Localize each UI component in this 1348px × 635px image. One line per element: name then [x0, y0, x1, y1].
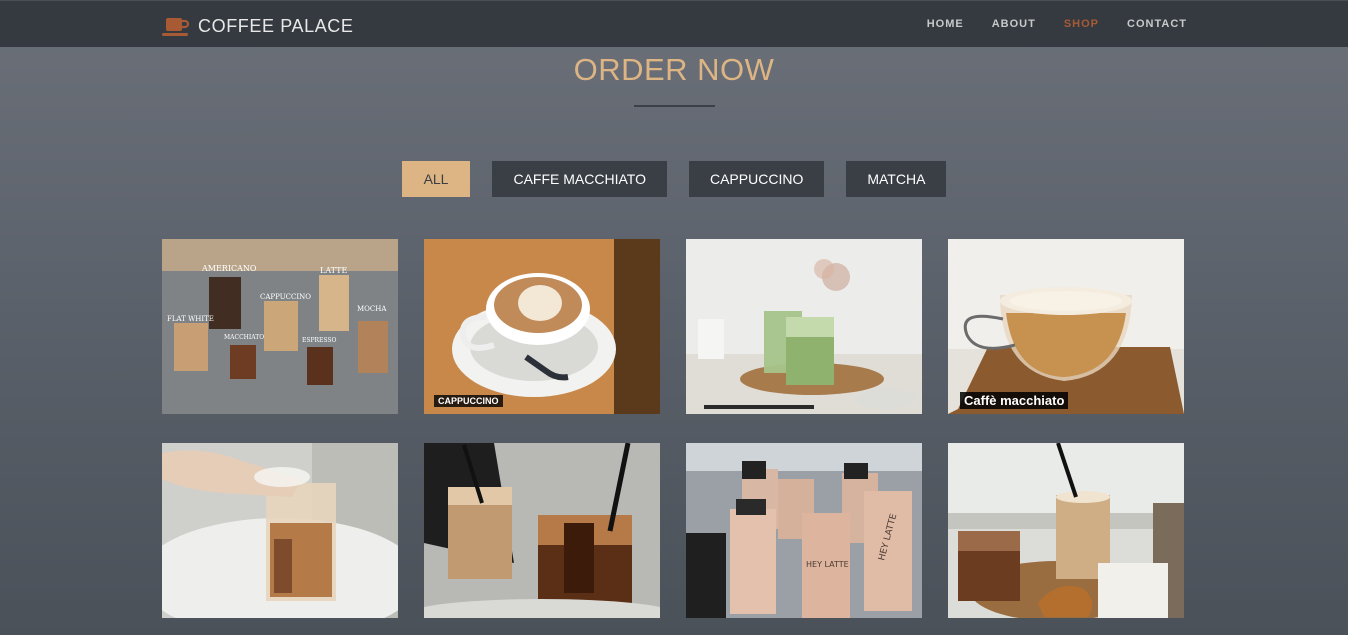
coffee-types-image: AMERICANO LATTE FLAT WHITE CAPPUCCINO MO… [162, 239, 398, 414]
cappuccino-image [424, 239, 660, 414]
gallery-item-matcha[interactable] [686, 239, 922, 414]
gallery-item-caffe-macchiato[interactable]: Caffè macchiato [948, 239, 1184, 414]
label-mocha: MOCHA [357, 305, 387, 313]
filter-bar: ALL CAFFE MACCHIATO CAPPUCCINO MATCHA [0, 161, 1348, 197]
gallery-item-coffee-types[interactable]: AMERICANO LATTE FLAT WHITE CAPPUCCINO MO… [162, 239, 398, 414]
nav-links: HOME ABOUT SHOP CONTACT [899, 18, 1187, 30]
filter-cappuccino-button[interactable]: CAPPUCCINO [688, 161, 825, 197]
label-latte: LATTE [320, 266, 347, 275]
matcha-image [686, 239, 922, 414]
section-title: ORDER NOW [573, 52, 775, 87]
iced-coffees-image [424, 443, 660, 618]
nav-home-link[interactable]: HOME [927, 18, 964, 30]
caffe-macchiato-caption: Caffè macchiato [960, 392, 1069, 409]
filter-caffe-macchiato-button[interactable]: CAFFE MACCHIATO [492, 161, 667, 197]
navbar: COFFEE PALACE HOME ABOUT SHOP CONTACT [0, 0, 1348, 47]
brand[interactable]: COFFEE PALACE [161, 12, 354, 40]
label-flat-white: FLAT WHITE [167, 315, 214, 323]
label-espresso: ESPRESSO [302, 337, 337, 344]
filter-all-button[interactable]: ALL [401, 161, 471, 197]
coffee-cup-icon [161, 12, 191, 40]
coffee-croissant-image [948, 443, 1184, 618]
gallery-item-coffee-croissant[interactable] [948, 443, 1184, 618]
label-macchiato: MACCHIATO [224, 334, 264, 341]
gallery-item-iced-latte[interactable] [162, 443, 398, 618]
caffe-macchiato-image [948, 239, 1184, 414]
gallery-item-cappuccino[interactable]: CAPPUCCINO [424, 239, 660, 414]
gallery-item-bottled-latte[interactable]: HEY LATTE HEY LATTE [686, 443, 922, 618]
brand-title: COFFEE PALACE [198, 15, 354, 36]
bottle-label-center: HEY LATTE [806, 560, 849, 569]
bottled-latte-image: HEY LATTE HEY LATTE [686, 443, 922, 618]
label-americano: AMERICANO [201, 264, 257, 273]
title-divider [634, 105, 715, 107]
product-gallery: AMERICANO LATTE FLAT WHITE CAPPUCCINO MO… [162, 239, 1184, 618]
cappuccino-caption: CAPPUCCINO [434, 395, 503, 407]
nav-shop-link[interactable]: SHOP [1064, 18, 1099, 30]
nav-about-link[interactable]: ABOUT [992, 18, 1036, 30]
gallery-item-iced-coffees[interactable] [424, 443, 660, 618]
nav-contact-link[interactable]: CONTACT [1127, 18, 1187, 30]
filter-matcha-button[interactable]: MATCHA [846, 161, 947, 197]
iced-latte-image [162, 443, 398, 618]
label-cappuccino: CAPPUCCINO [260, 293, 311, 301]
